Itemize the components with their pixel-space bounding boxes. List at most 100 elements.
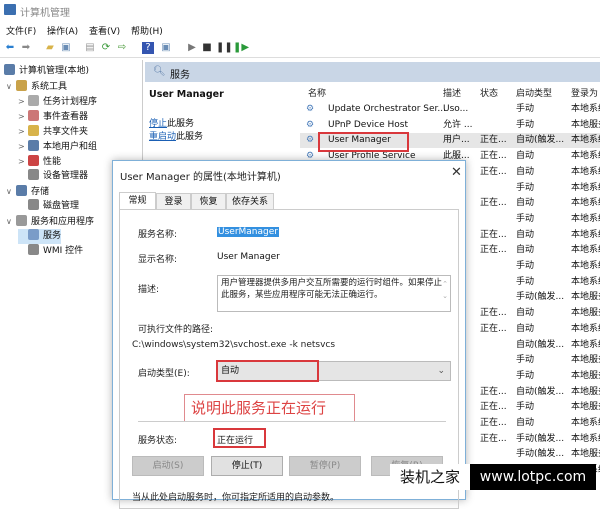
chevron-icon[interactable]: > — [18, 94, 28, 109]
export-list-icon[interactable]: ⇨ — [116, 42, 128, 54]
cell-logon: 本地系统 — [571, 323, 600, 334]
tree-node-icon — [28, 244, 39, 255]
play-icon[interactable]: ▶ — [186, 42, 198, 54]
column-startup-type[interactable]: 启动类型 — [516, 86, 552, 99]
tree-item[interactable]: > 本地用户和组 — [18, 139, 97, 154]
tree-item[interactable]: > 事件查看器 — [18, 109, 88, 124]
cell-status: 正在... — [480, 402, 507, 413]
search-icon: 🔍︎ — [153, 66, 166, 77]
gear-icon: ⚙ — [306, 119, 315, 130]
cell-status: 正在... — [480, 386, 507, 397]
menu-bar: 文件(F) 操作(A) 查看(V) 帮助(H) — [0, 20, 600, 38]
properties-dialog: User Manager 的属性(本地计算机) ✕ 常规 登录 恢复 依存关系 … — [112, 160, 466, 509]
cell-type: 手动(触发... — [516, 433, 565, 444]
help-icon[interactable]: ? — [142, 42, 154, 54]
title-bar: 计算机管理 — [0, 0, 600, 20]
column-status[interactable]: 状态 — [480, 86, 498, 99]
annotation-caption: 说明此服务正在运行 — [184, 394, 355, 422]
tab-dependencies[interactable]: 依存关系 — [226, 193, 274, 210]
cell-logon: 本地系统 — [571, 339, 600, 350]
close-icon[interactable]: ✕ — [451, 165, 462, 180]
tree-node-icon — [28, 95, 39, 106]
tree-item-label: 服务和应用程序 — [31, 217, 95, 227]
tree-item[interactable]: > 性能 — [18, 154, 61, 169]
cell-type: 手动 — [516, 402, 535, 413]
dialog-title: User Manager 的属性(本地计算机) — [120, 172, 281, 183]
show-hide-tree-icon[interactable]: ▣ — [60, 42, 72, 54]
service-row[interactable]: ⚙ Update Orchestrator Ser...Uso... 手动 本地系统 — [300, 102, 600, 117]
up-folder-icon[interactable]: ▰ — [44, 42, 56, 54]
tree-node-icon — [28, 125, 39, 136]
restart-service-link[interactable]: 重启动 — [149, 132, 176, 142]
tab-logon[interactable]: 登录 — [156, 193, 191, 210]
tab-general[interactable]: 常规 — [119, 192, 156, 210]
cell-type: 自动 — [516, 323, 535, 334]
column-description[interactable]: 描述 — [443, 86, 461, 99]
description-textarea[interactable]: 用户管理器提供多用户交互所需要的运行时组件。如果停止此服务，某些应用程序可能无法… — [217, 275, 451, 312]
tree-item[interactable]: ∨ 服务和应用程序 — [6, 214, 94, 229]
chevron-icon[interactable]: > — [18, 109, 28, 124]
tree-item[interactable]: 磁盘管理 — [18, 199, 79, 214]
tree-item[interactable]: WMI 控件 — [18, 244, 83, 259]
cell-type: 手动 — [516, 213, 535, 224]
startup-type-label: 启动类型(E): — [138, 369, 190, 379]
cell-type: 手动 — [516, 104, 535, 114]
chevron-icon[interactable]: ∨ — [6, 184, 16, 199]
column-logon-as[interactable]: 登录为 — [571, 86, 598, 99]
tree-item[interactable]: 设备管理器 — [18, 169, 88, 184]
stop-service-link[interactable]: 停止 — [149, 119, 167, 129]
tree-item[interactable]: ∨ 存储 — [6, 184, 49, 199]
services-header: 🔍︎ 服务 — [145, 62, 600, 82]
pause-icon[interactable]: ❚❚ — [216, 42, 233, 54]
tree-item[interactable]: > 任务计划程序 — [18, 94, 97, 109]
refresh-icon[interactable]: ⟳ — [100, 42, 112, 54]
tree-item[interactable]: > 共享文件夹 — [18, 124, 88, 139]
cell-logon: 本地系统 — [571, 433, 600, 444]
menu-file[interactable]: 文件(F) — [6, 24, 36, 37]
tree-item[interactable]: 计算机管理(本地) — [4, 64, 89, 79]
menu-action[interactable]: 操作(A) — [47, 24, 78, 37]
chevron-icon[interactable]: > — [18, 139, 28, 154]
restart-icon[interactable]: ❚▶ — [233, 42, 249, 54]
chevron-icon[interactable]: > — [18, 154, 28, 169]
tree-item-label: 服务 — [43, 231, 62, 241]
cell-desc: Uso... — [443, 104, 469, 114]
watermark-brand: 装机之家 — [390, 464, 470, 490]
display-name-value[interactable]: User Manager — [217, 252, 280, 262]
gear-icon: ⚙ — [306, 135, 315, 146]
cell-logon: 本地系统 — [571, 276, 600, 287]
scroll-arrows-icon[interactable]: ⌃ ⌄ — [442, 278, 448, 302]
cell-type: 手动 — [516, 182, 535, 193]
tree-item-label: 磁盘管理 — [43, 201, 80, 211]
chevron-icon[interactable]: > — [18, 124, 28, 139]
cell-logon: 本地服务 — [571, 292, 600, 303]
stop-link-suffix: 此服务 — [167, 119, 195, 129]
back-arrow-icon[interactable]: ⬅ — [4, 42, 16, 54]
tab-recovery[interactable]: 恢复 — [191, 193, 226, 210]
cell-type: 自动 — [516, 198, 535, 209]
cell-type: 自动 — [516, 245, 535, 256]
cell-type: 自动(触发... — [516, 386, 565, 397]
cell-status: 正在... — [480, 166, 507, 177]
service-name-value[interactable]: UserManager — [217, 227, 279, 237]
cell-logon: 本地服务 — [571, 308, 600, 319]
properties-icon[interactable]: ▤ — [84, 42, 96, 54]
chevron-icon[interactable]: ∨ — [6, 214, 16, 229]
cell-type: 手动 — [516, 261, 535, 271]
start-button[interactable]: 启动(S) — [132, 456, 204, 476]
menu-view[interactable]: 查看(V) — [89, 24, 120, 37]
pause-button[interactable]: 暂停(P) — [289, 456, 361, 476]
stop-icon[interactable]: ■ — [201, 42, 213, 54]
service-row[interactable]: ⚙ UPnP Device Host 允许 ... 手动 本地服务 — [300, 118, 600, 133]
menu-help[interactable]: 帮助(H) — [131, 24, 163, 37]
column-name[interactable]: 名称 — [308, 86, 326, 99]
action-pane-icon[interactable]: ▣ — [160, 42, 172, 54]
computer-management-icon — [4, 4, 16, 15]
tree-item[interactable]: ∨ 系统工具 — [6, 79, 67, 94]
cell-type: 自动(触发... — [516, 339, 565, 350]
forward-arrow-icon[interactable]: ➡ — [20, 42, 32, 54]
chevron-icon[interactable]: ∨ — [6, 79, 16, 94]
tree-item[interactable]: 服务 — [18, 229, 62, 244]
cell-desc: 允许 ... — [443, 119, 473, 130]
stop-button[interactable]: 停止(T) — [211, 456, 283, 476]
